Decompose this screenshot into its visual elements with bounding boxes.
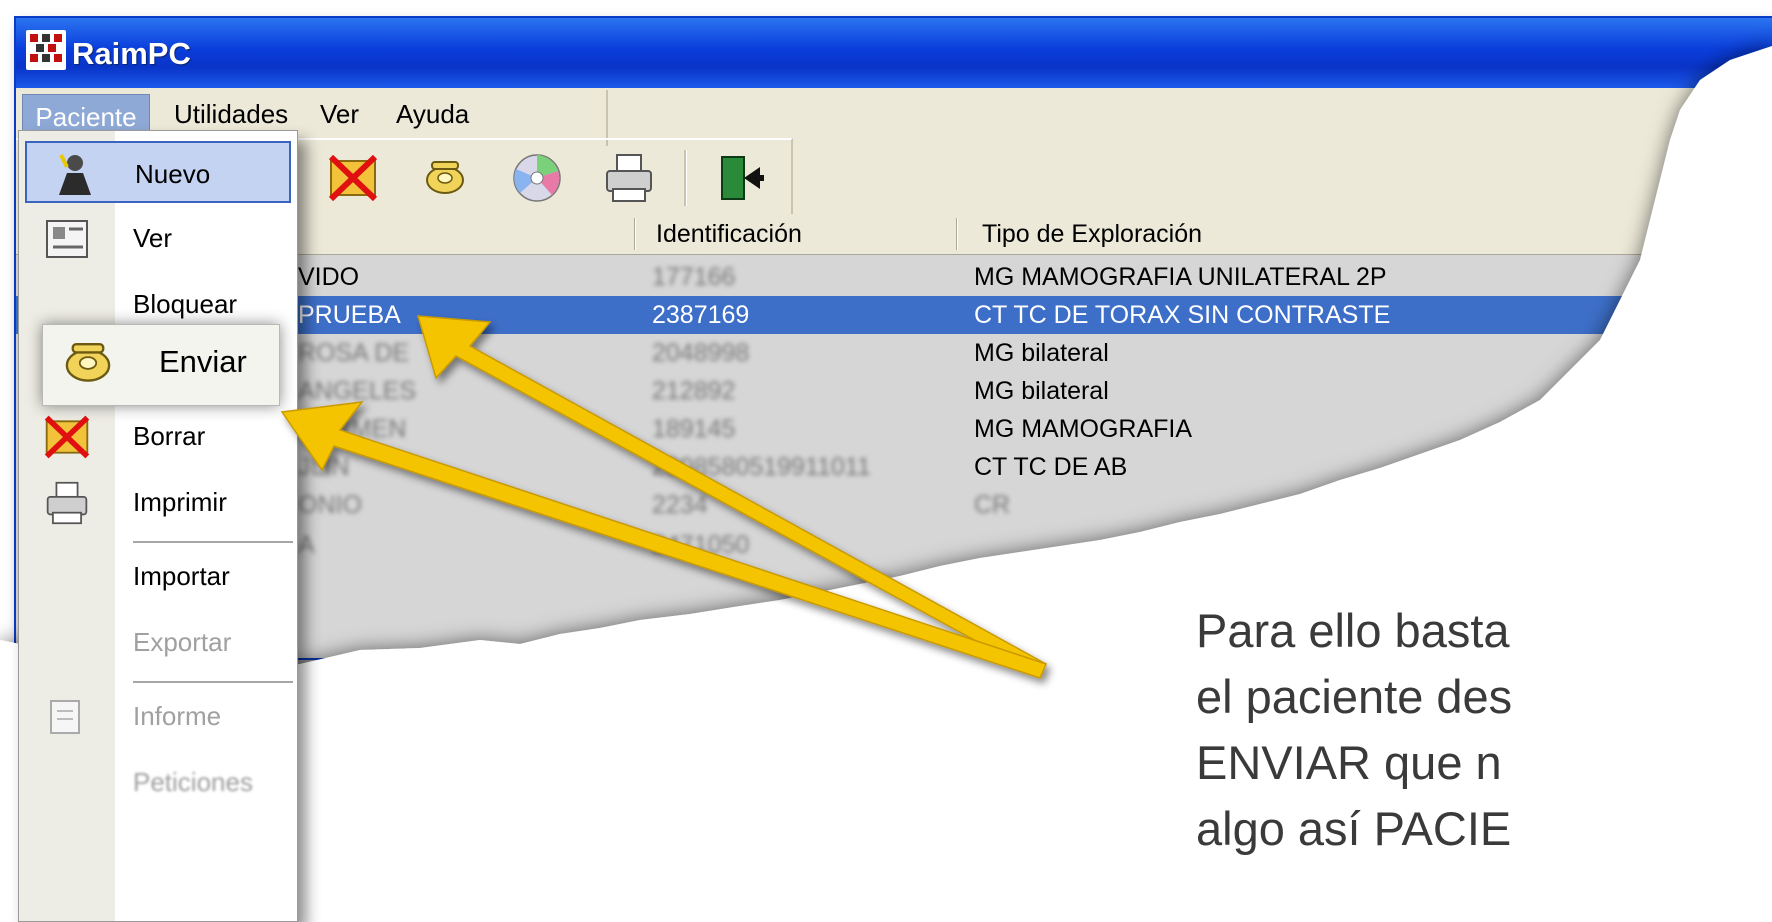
instruction-line: Para ello basta <box>1196 604 1510 657</box>
instruction-text: Para ello basta el paciente des ENVIAR q… <box>1196 598 1512 862</box>
instruction-line: ENVIAR que n <box>1196 736 1502 789</box>
arrow-to-enviar-item <box>280 401 1048 679</box>
instruction-line: el paciente des <box>1196 670 1513 723</box>
instruction-line: algo así PACIE <box>1196 802 1512 855</box>
